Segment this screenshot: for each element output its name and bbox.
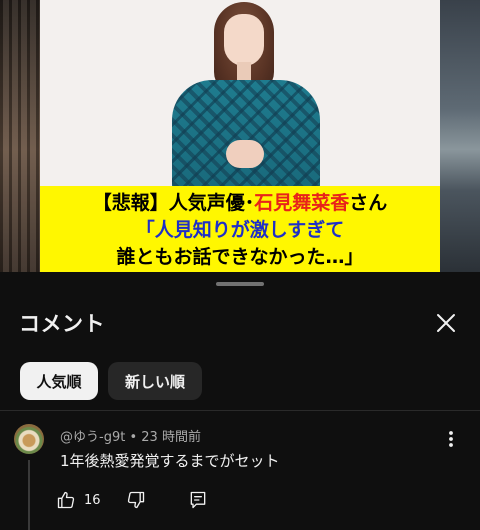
background-left-blur — [0, 0, 40, 272]
video-thumbnail[interactable]: 【悲報】人気声優･石見舞菜香さん 「人見知りが激しすぎて 誰ともお話できなかった… — [0, 0, 480, 272]
more-options-button[interactable] — [442, 428, 460, 450]
comment-meta: @ゆう-g9t • 23 時間前 — [60, 426, 201, 445]
person-face — [224, 14, 264, 66]
more-vert-icon — [449, 431, 453, 447]
thread-line — [28, 460, 30, 530]
thumbs-down-icon — [127, 491, 145, 509]
caption-line-1: 【悲報】人気声優･石見舞菜香さん — [40, 190, 440, 217]
person-neck — [237, 62, 251, 82]
comment-text: 1年後熱愛発覚するまでがセット — [60, 452, 280, 470]
divider — [0, 410, 480, 411]
caption-line-2: 「人見知りが激しすぎて — [135, 219, 345, 241]
reply-button[interactable] — [188, 486, 208, 514]
comment-author[interactable]: @ゆう-g9t — [60, 430, 125, 445]
caption-name: 石見舞菜香 — [254, 192, 350, 214]
background-right-blur — [440, 0, 480, 272]
dislike-button[interactable] — [126, 486, 146, 514]
sort-chip-newest[interactable]: 新しい順 — [108, 362, 202, 400]
close-icon — [437, 314, 455, 332]
comment-time: 23 時間前 — [141, 430, 201, 445]
like-button[interactable]: 16 — [56, 486, 101, 514]
app-root: 【悲報】人気声優･石見舞菜香さん 「人見知りが激しすぎて 誰ともお話できなかった… — [0, 0, 480, 530]
caption-suffix: さん — [349, 192, 388, 214]
avatar[interactable] — [14, 424, 44, 454]
caption-prefix: 【悲報】人気声優･ — [92, 192, 255, 214]
sheet-title: コメント — [19, 312, 105, 336]
comments-sheet: コメント 人気順 新しい順 @ゆう-g9t • 23 時間前 1年後熱愛発覚する… — [0, 272, 480, 530]
caption-line-3: 誰ともお話できなかった…」 — [116, 246, 364, 268]
reply-icon — [190, 491, 206, 509]
video-caption: 【悲報】人気声優･石見舞菜香さん 「人見知りが激しすぎて 誰ともお話できなかった… — [40, 186, 440, 272]
like-count: 16 — [84, 492, 101, 508]
drag-handle[interactable] — [216, 282, 264, 286]
thumbs-up-icon — [57, 491, 75, 509]
sort-chip-popular[interactable]: 人気順 — [20, 362, 98, 400]
close-button[interactable] — [430, 307, 462, 339]
meta-separator: • — [129, 430, 142, 445]
person-hands — [226, 140, 264, 168]
